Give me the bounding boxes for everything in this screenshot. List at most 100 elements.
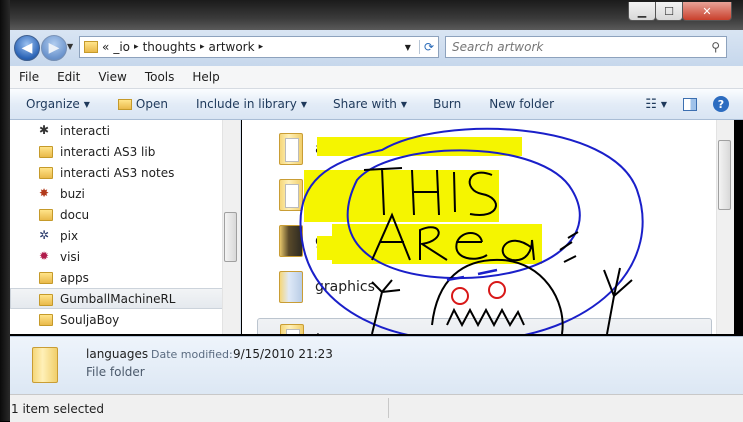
burn-button[interactable]: Burn: [425, 97, 469, 111]
menu-file[interactable]: File: [10, 70, 48, 84]
left-eye: [451, 287, 469, 305]
breadcrumb-artwork[interactable]: artwork: [209, 40, 255, 54]
breadcrumb-separator-icon[interactable]: ▸: [259, 42, 264, 52]
folder-icon: [39, 167, 53, 179]
close-button[interactable]: ✕: [682, 2, 732, 21]
new-folder-button[interactable]: New folder: [481, 97, 562, 111]
nav-item-label: visi: [60, 249, 81, 264]
folder-icon: [39, 146, 53, 158]
chevron-down-icon: ▼: [660, 99, 667, 109]
help-button[interactable]: ?: [705, 96, 737, 112]
preview-pane-icon: [683, 97, 697, 111]
nav-item-docu[interactable]: docu: [10, 204, 240, 225]
search-icon[interactable]: ⚲: [711, 40, 720, 54]
sprite-icon: ✸: [39, 186, 50, 200]
address-bar[interactable]: « _io ▸ thoughts ▸ artwork ▸ ▼ ⟳: [79, 36, 439, 58]
nav-item-label: buzi: [60, 186, 85, 201]
nav-item-label: SouljaBoy: [60, 312, 120, 327]
forward-button[interactable]: ▶: [41, 35, 67, 61]
nav-item-interacti-as3-notes[interactable]: interacti AS3 notes: [10, 162, 240, 183]
nav-item-interacti-as3-lib[interactable]: interacti AS3 lib: [10, 141, 240, 162]
recent-pages-dropdown[interactable]: ▼: [67, 42, 73, 51]
nav-item-buzi[interactable]: ✸ buzi: [10, 183, 240, 204]
scribble-annotation: [299, 127, 644, 334]
search-input[interactable]: [450, 39, 704, 55]
nav-item-label: interacti AS3 notes: [60, 165, 175, 180]
status-divider: [388, 398, 389, 418]
nav-item-pix[interactable]: ✲ pix: [10, 225, 240, 246]
preview-pane-button[interactable]: [675, 97, 705, 111]
help-icon: ?: [713, 96, 729, 112]
command-bar: Organize ▼ Open Include in library ▼ Sha…: [10, 89, 743, 120]
breadcrumb-thoughts[interactable]: thoughts: [143, 40, 196, 54]
back-button[interactable]: ◀: [14, 35, 40, 61]
navigation-pane: ✱ interacti interacti AS3 lib interacti …: [10, 120, 241, 334]
nav-item-visi[interactable]: ✹ visi: [10, 246, 240, 267]
include-in-library-button[interactable]: Include in library ▼: [188, 97, 315, 111]
nav-item-label: docu: [60, 207, 90, 222]
include-label: Include in library: [195, 97, 297, 111]
share-label: Share with: [333, 97, 397, 111]
menu-view[interactable]: View: [89, 70, 135, 84]
nav-item-interacti[interactable]: ✱ interacti: [10, 120, 240, 141]
letter-i: [453, 171, 456, 213]
organize-label: Organize: [26, 97, 80, 111]
back-arrow-icon: ◀: [21, 40, 33, 56]
monster-eyes: [451, 281, 506, 305]
organize-button[interactable]: Organize ▼: [10, 97, 98, 111]
folder-icon: [39, 209, 53, 221]
sprite-icon: ✱: [39, 123, 50, 137]
navigation-scroll-thumb[interactable]: [224, 212, 237, 262]
menu-tools[interactable]: Tools: [136, 70, 184, 84]
status-bar: 1 item selected: [10, 394, 743, 422]
view-list-icon: ☷: [645, 96, 657, 112]
open-button[interactable]: Open: [110, 97, 176, 111]
close-icon: ✕: [702, 4, 712, 18]
right-eye: [488, 281, 506, 299]
folder-icon: [39, 272, 53, 284]
file-list: animation apps games graphics languages: [242, 120, 717, 334]
nav-item-souljaboy[interactable]: SouljaBoy: [10, 309, 240, 330]
maximize-button[interactable]: ☐: [655, 2, 683, 21]
address-dropdown-icon[interactable]: ▼: [405, 43, 411, 52]
refresh-icon[interactable]: ⟳: [418, 40, 438, 54]
nav-item-gumballmachinerl[interactable]: GumballMachineRL: [10, 288, 232, 309]
motion-lines: [559, 231, 579, 263]
breadcrumb-separator-icon[interactable]: ▸: [200, 42, 205, 52]
nav-item-apps[interactable]: apps: [10, 267, 240, 288]
breadcrumb-separator-icon[interactable]: ▸: [134, 42, 139, 52]
large-folder-icon: [30, 343, 60, 385]
share-with-button[interactable]: Share with ▼: [325, 97, 415, 111]
menu-edit[interactable]: Edit: [48, 70, 89, 84]
right-brow: [477, 268, 498, 276]
details-item-type: File folder: [86, 365, 145, 379]
search-box[interactable]: ⚲: [445, 36, 727, 58]
nav-item-label: GumballMachineRL: [60, 291, 176, 306]
folder-icon: [84, 41, 98, 53]
menu-help[interactable]: Help: [183, 70, 228, 84]
minimize-icon: ▁: [637, 4, 647, 18]
forward-arrow-icon: ▶: [48, 40, 60, 56]
nav-item-label: pix: [60, 228, 79, 243]
view-options-button[interactable]: ☷ ▼: [637, 97, 675, 112]
file-list-scroll-thumb[interactable]: [718, 140, 731, 210]
open-label: Open: [135, 97, 168, 111]
open-folder-icon: [117, 98, 132, 110]
sprite-icon: ✲: [39, 228, 50, 242]
monster-right-hand: [603, 267, 633, 334]
nav-item-label: apps: [60, 270, 89, 285]
maximize-icon: ☐: [664, 4, 674, 18]
window-left-edge: [0, 0, 10, 421]
sprite-icon: ✹: [39, 249, 50, 263]
chevron-down-icon: ▼: [300, 99, 307, 109]
breadcrumb-io[interactable]: _io: [113, 40, 130, 54]
folder-icon: [39, 314, 53, 326]
details-modified-value: 9/15/2010 21:23: [233, 347, 333, 361]
address-overflow[interactable]: «: [102, 40, 109, 54]
chevron-down-icon: ▼: [400, 99, 408, 109]
details-modified-label: Date modified:: [151, 348, 233, 361]
minimize-button[interactable]: ▁: [628, 2, 656, 21]
monster-teeth: [446, 307, 525, 328]
nav-item-label: interacti AS3 lib: [60, 144, 156, 159]
status-text: 1 item selected: [11, 401, 105, 416]
